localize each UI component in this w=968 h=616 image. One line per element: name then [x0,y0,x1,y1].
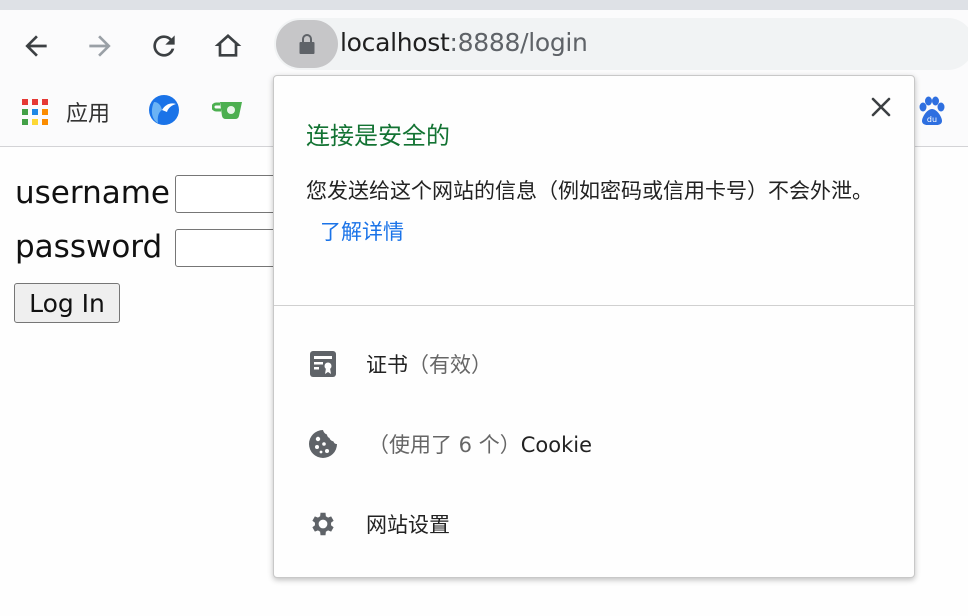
bookmark-2[interactable] [148,94,180,126]
reload-button[interactable] [146,28,182,64]
site-info-popup: 连接是安全的 您发送给这个网站的信息（例如密码或信用卡号）不会外泄。了解详情 证… [273,75,915,578]
username-label: username [15,175,170,211]
url-host: localhost [340,28,450,57]
arrow-left-icon [25,35,47,57]
apps-grid-icon [22,99,48,125]
connection-secure-title: 连接是安全的 [306,122,450,150]
lock-icon [299,34,315,54]
site-settings-item[interactable]: 网站设置 [274,489,914,559]
certificate-icon [306,347,340,381]
popup-divider [274,305,914,306]
connection-description: 您发送给这个网站的信息（例如密码或信用卡号）不会外泄。了解详情 [306,171,896,253]
blue-circle-logo-icon [149,95,179,125]
cookies-count: （使用了 6 个） [368,433,521,457]
site-info-button[interactable] [276,20,338,68]
home-icon [214,34,242,57]
bookmark-apps-label: 应用 [66,102,111,127]
certificate-item[interactable]: 证书（有效） [274,329,914,399]
baidu-paw-icon: du [919,96,945,125]
certificate-label-text: 证书 [366,353,408,377]
cookies-item[interactable]: （使用了 6 个）Cookie [274,409,914,479]
cookie-icon [306,427,340,461]
description-text: 您发送给这个网站的信息（例如密码或信用卡号）不会外泄。 [306,179,873,203]
reload-icon [153,35,175,57]
gear-icon [306,507,340,541]
arrow-right-icon [89,35,111,57]
bookmark-apps[interactable]: 应用 [22,96,110,128]
cookies-label: （使用了 6 个）Cookie [368,429,592,459]
password-label: password [15,229,163,265]
back-button[interactable] [18,28,54,64]
url-path: :8888/login [449,28,588,57]
url-text[interactable]: localhost:8888/login [340,28,588,58]
login-button[interactable]: Log In [14,283,120,323]
tab-strip [0,0,968,10]
site-settings-label: 网站设置 [366,513,450,537]
cookies-label-text: Cookie [520,433,592,457]
forward-button[interactable] [82,28,118,64]
certificate-status: （有效） [408,353,492,377]
green-teacup-logo-icon [212,102,242,120]
bookmark-3[interactable] [212,98,244,122]
close-icon [871,97,891,117]
username-row: username [15,175,170,211]
svg-text:du: du [927,115,937,124]
home-button[interactable] [210,28,246,64]
close-button[interactable] [866,92,896,122]
browser-toolbar: localhost:8888/login [0,10,968,76]
certificate-label: 证书（有效） [366,349,492,379]
password-row: password [15,229,162,265]
address-bar[interactable]: localhost:8888/login [274,18,968,70]
learn-more-link[interactable]: 了解详情 [320,220,404,244]
bookmark-baidu[interactable]: du [918,96,946,126]
